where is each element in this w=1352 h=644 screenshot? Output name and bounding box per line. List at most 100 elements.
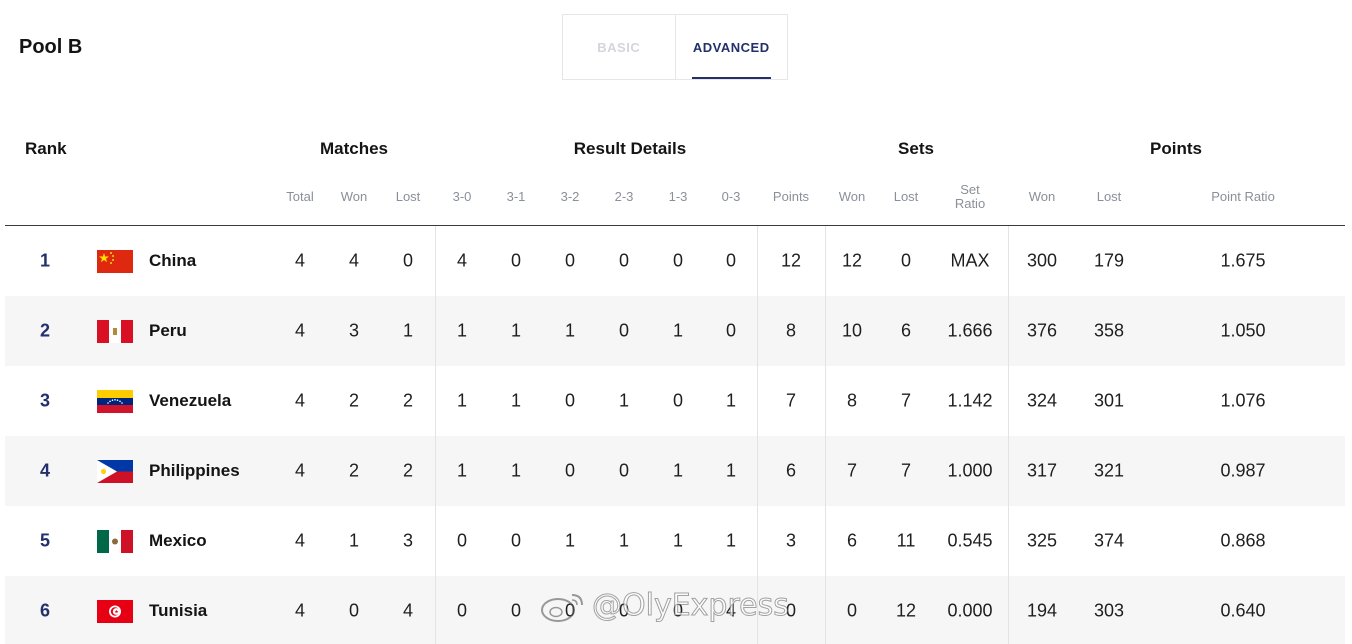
pool-title: Pool B <box>19 36 83 58</box>
result-1-3: 1 <box>672 460 684 481</box>
points-won: 325 <box>1026 530 1058 551</box>
rank-value: 1 <box>39 250 51 271</box>
sets-header: Sets <box>898 139 934 158</box>
points-header: Points <box>1150 139 1202 158</box>
subheader-set-ratio-line1: Set <box>960 182 980 197</box>
tab-advanced[interactable]: ADVANCED <box>676 15 788 79</box>
result-3-1: 0 <box>510 530 522 551</box>
sets-lost: 11 <box>896 530 916 551</box>
sets-lost: 7 <box>900 390 912 411</box>
matches-won: 2 <box>348 460 360 481</box>
result-0-3: 0 <box>725 250 737 271</box>
result-3-0: 1 <box>456 460 468 481</box>
venezuela-flag-icon <box>97 390 133 413</box>
rank-value: 2 <box>39 320 51 341</box>
rank-header: Rank <box>25 139 67 158</box>
matches-header: Matches <box>319 139 389 158</box>
matches-total: 4 <box>294 600 306 621</box>
subheader-0-3: 0-3 <box>721 189 741 204</box>
team-name[interactable]: Peru <box>149 321 187 341</box>
team-name[interactable]: Tunisia <box>149 601 207 621</box>
table-row[interactable]: 4 Philippines 4 2 2 1 1 0 0 1 1 6 7 7 1.… <box>5 436 1345 506</box>
result-3-1: 1 <box>510 390 522 411</box>
peru-flag-icon <box>97 320 133 343</box>
team-name[interactable]: Venezuela <box>149 391 231 411</box>
points-won: 317 <box>1026 460 1058 481</box>
subheader-sets-lost: Lost <box>893 189 919 204</box>
result-3-0: 0 <box>456 600 468 621</box>
team-name[interactable]: Philippines <box>149 461 240 481</box>
set-ratio: 1.000 <box>947 460 993 481</box>
matches-lost: 4 <box>402 600 414 621</box>
philippines-flag-icon <box>97 460 133 483</box>
weibo-logo-icon <box>541 593 583 622</box>
table-row[interactable]: 5 Mexico 4 1 3 0 0 1 1 1 1 3 6 11 0.545 … <box>5 506 1345 576</box>
mexico-flag-icon <box>97 530 133 553</box>
subheader-set-ratio-line2: Ratio <box>954 196 986 211</box>
result-1-3: 0 <box>672 390 684 411</box>
subheader-point-ratio: Point Ratio <box>1211 189 1275 204</box>
points-lost: 303 <box>1093 600 1125 621</box>
matches-won: 3 <box>348 320 360 341</box>
subheader-lost: Lost <box>395 189 421 204</box>
result-3-1: 1 <box>510 460 522 481</box>
view-tabs: BASIC ADVANCED <box>562 14 788 80</box>
china-flag-icon <box>97 250 133 273</box>
sets-lost: 7 <box>900 460 912 481</box>
subheader-total: Total <box>286 189 314 204</box>
points-value: 3 <box>785 530 797 551</box>
result-3-2: 1 <box>564 320 576 341</box>
tab-basic[interactable]: BASIC <box>563 15 676 79</box>
column-divider <box>825 226 826 644</box>
subheader-3-2: 3-2 <box>560 189 580 204</box>
result-3-1: 1 <box>510 320 522 341</box>
set-ratio: MAX <box>950 250 990 271</box>
points-won: 376 <box>1026 320 1058 341</box>
subheader-3-0: 3-0 <box>452 189 472 204</box>
matches-lost: 2 <box>402 390 414 411</box>
result-3-0: 1 <box>456 320 468 341</box>
subheader-points-lost: Lost <box>1096 189 1122 204</box>
points-value: 6 <box>785 460 797 481</box>
result-2-3: 1 <box>618 390 630 411</box>
subheader-2-3: 2-3 <box>614 189 634 204</box>
column-divider <box>1008 226 1009 644</box>
points-value: 8 <box>785 320 797 341</box>
rank-value: 5 <box>39 530 51 551</box>
sets-lost: 0 <box>900 250 912 271</box>
matches-lost: 2 <box>402 460 414 481</box>
result-3-1: 0 <box>510 250 522 271</box>
matches-won: 4 <box>348 250 360 271</box>
matches-lost: 1 <box>402 320 414 341</box>
sets-won: 10 <box>841 320 863 341</box>
result-2-3: 0 <box>618 250 630 271</box>
subheader-points-won: Won <box>1028 189 1056 204</box>
result-2-3: 0 <box>618 320 630 341</box>
result-0-3: 1 <box>725 530 737 551</box>
result-3-0: 0 <box>456 530 468 551</box>
points-lost: 358 <box>1093 320 1125 341</box>
table-row[interactable]: 2 Peru 4 3 1 1 1 1 0 1 0 8 10 6 1.666 37… <box>5 296 1345 366</box>
sets-won: 7 <box>846 460 858 481</box>
result-0-3: 0 <box>725 320 737 341</box>
table-row[interactable]: 1 China 4 4 0 4 0 0 0 0 0 12 12 0 MAX 30… <box>5 226 1345 296</box>
set-ratio: 1.666 <box>947 320 993 341</box>
table-row[interactable]: 3 Venezuela 4 2 2 1 1 0 1 0 1 7 8 7 1.14… <box>5 366 1345 436</box>
team-name[interactable]: Mexico <box>149 531 207 551</box>
result-3-0: 4 <box>456 250 468 271</box>
matches-won: 1 <box>348 530 360 551</box>
subheader-3-1: 3-1 <box>506 189 526 204</box>
matches-won: 0 <box>348 600 360 621</box>
points-won: 324 <box>1026 390 1058 411</box>
points-lost: 321 <box>1093 460 1125 481</box>
sets-lost: 6 <box>900 320 912 341</box>
team-name[interactable]: China <box>149 251 196 271</box>
matches-total: 4 <box>294 390 306 411</box>
point-ratio: 1.675 <box>1220 250 1266 271</box>
points-lost: 374 <box>1093 530 1125 551</box>
sets-won: 6 <box>846 530 858 551</box>
sets-won: 12 <box>841 250 863 271</box>
matches-won: 2 <box>348 390 360 411</box>
matches-lost: 3 <box>402 530 414 551</box>
result-2-3: 0 <box>618 460 630 481</box>
